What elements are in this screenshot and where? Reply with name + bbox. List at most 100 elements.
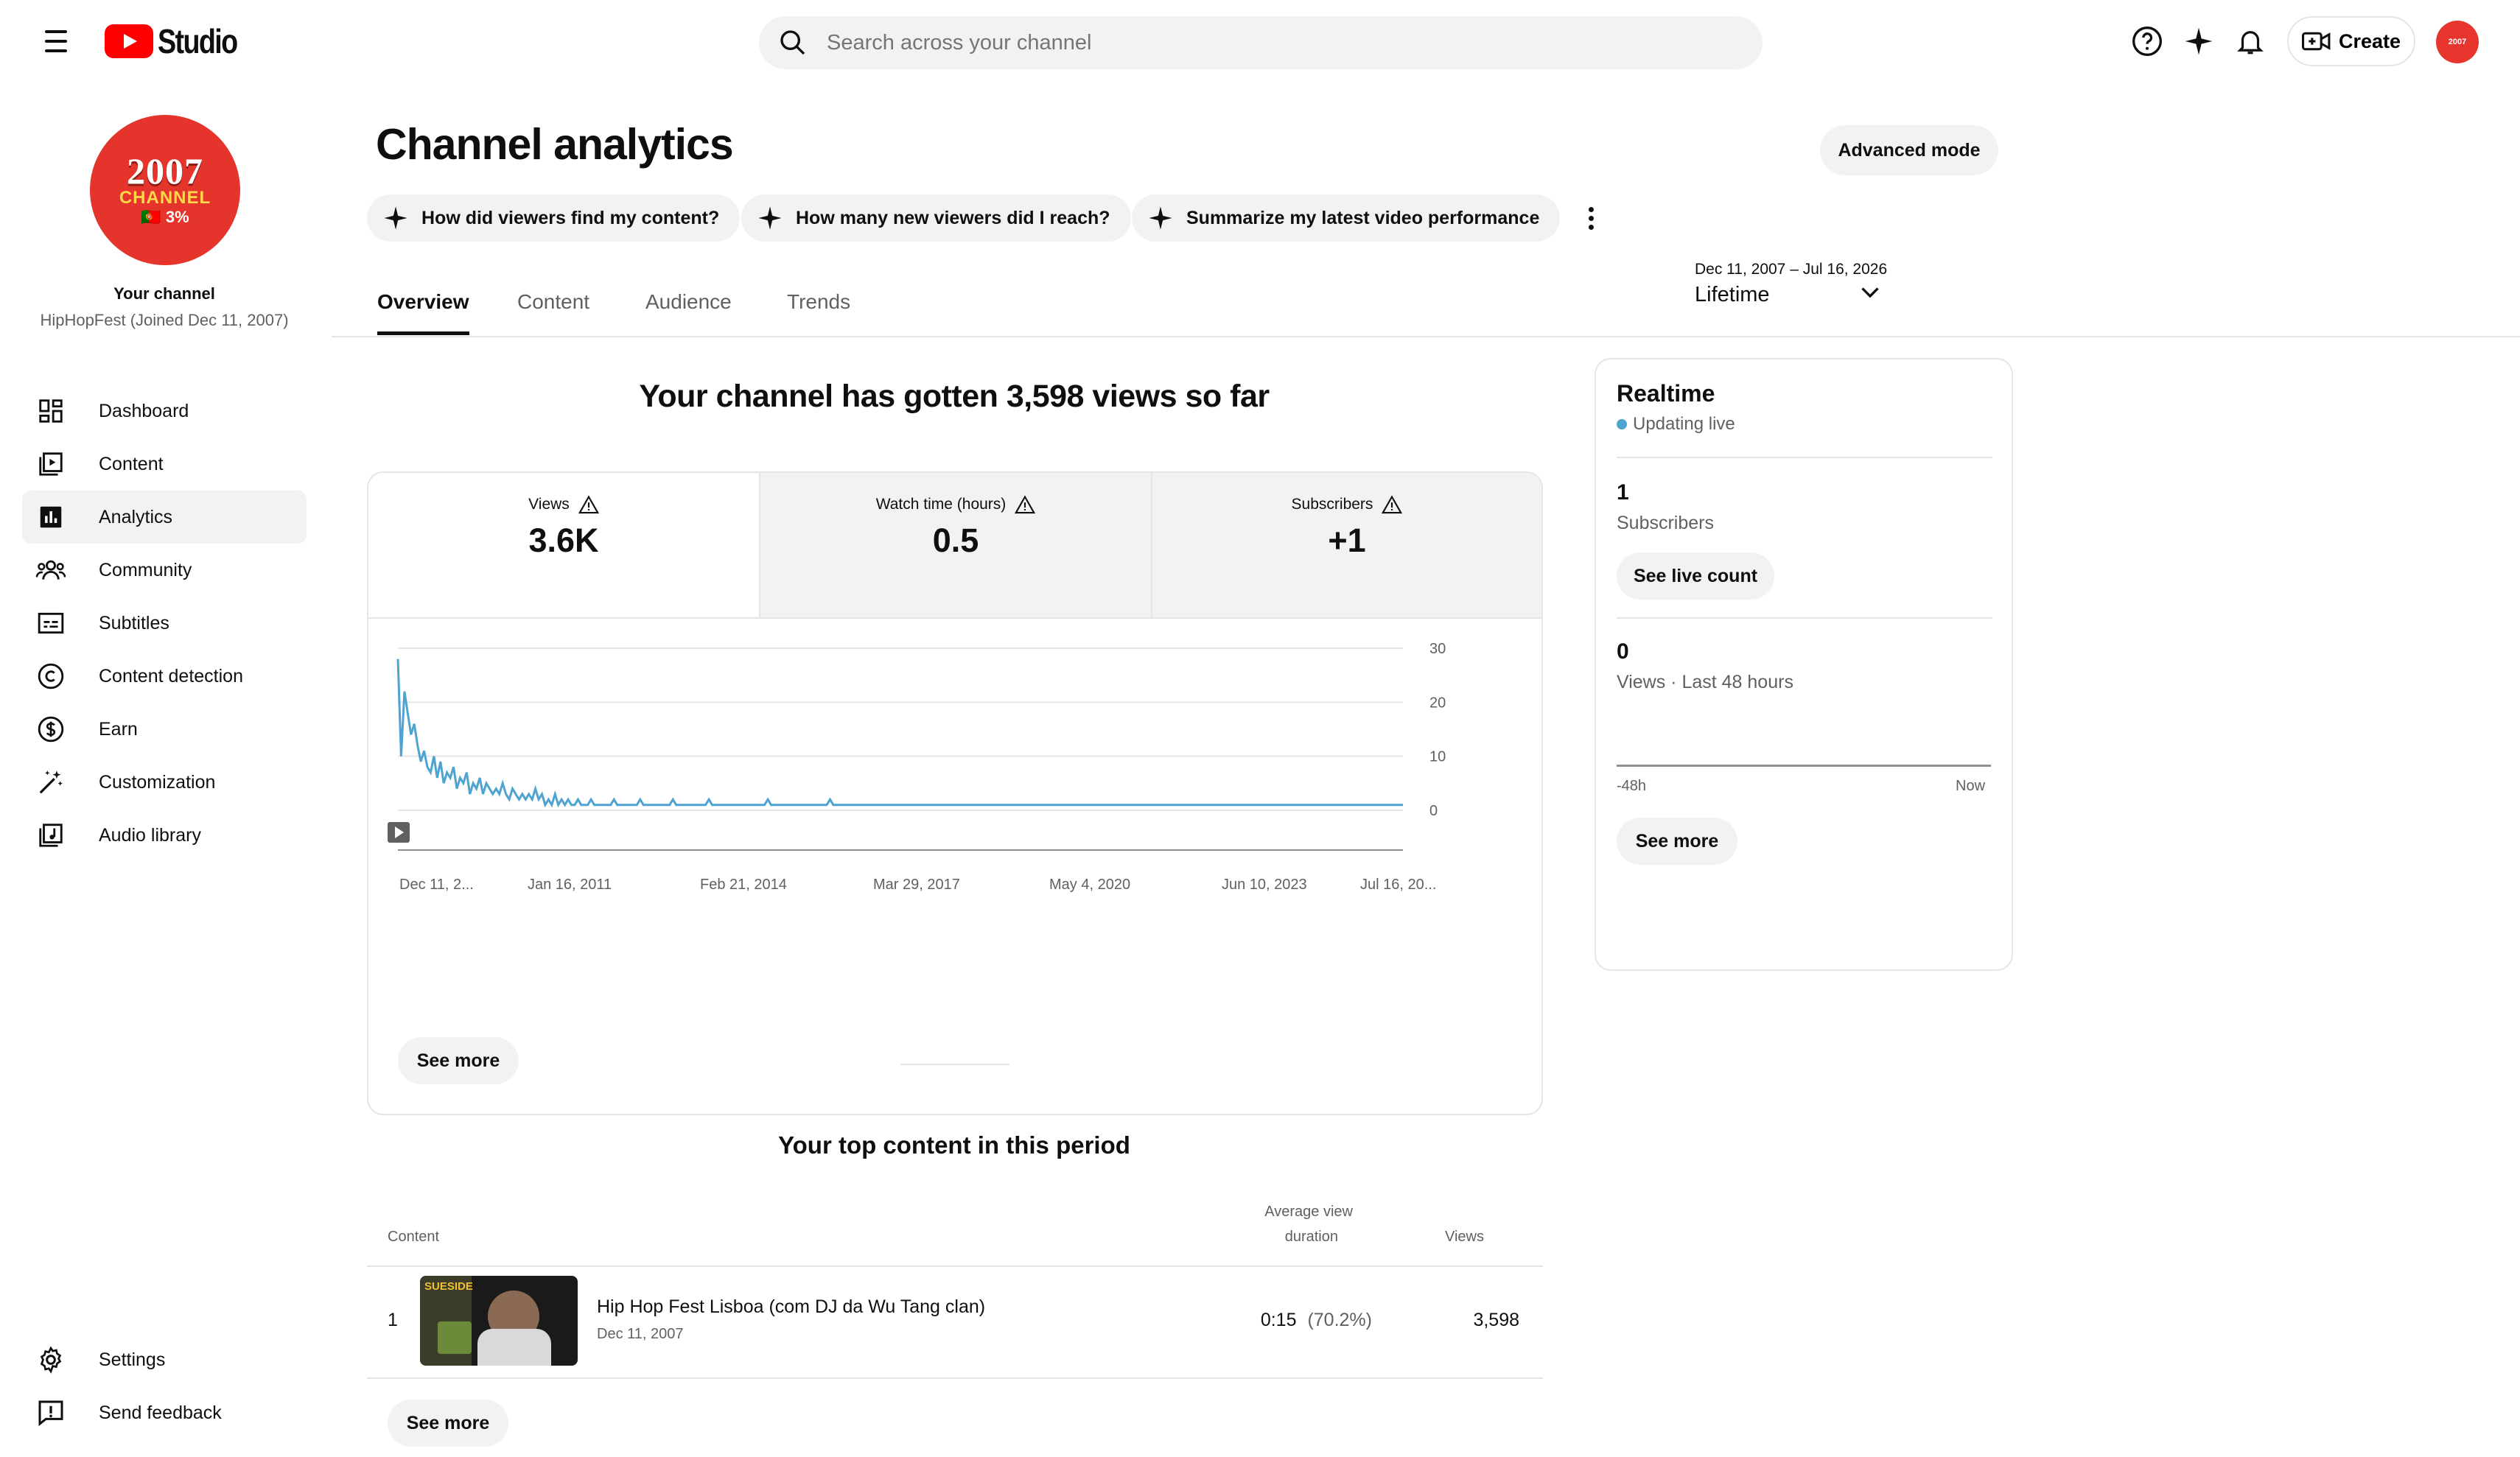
sidebar-item-send-feedback[interactable]: Send feedback	[22, 1386, 307, 1439]
x-tick-label: May 4, 2020	[1049, 877, 1131, 893]
x-tick-label: Feb 21, 2014	[700, 877, 787, 893]
views-headline: Your channel has gotten 3,598 views so f…	[639, 379, 1270, 414]
realtime-axis-end: Now	[1956, 778, 1986, 794]
chip-label: Summarize my latest video performance	[1186, 207, 1540, 228]
analytics-icon	[35, 502, 66, 533]
table-row[interactable]: 1 SUESIDE Hip Hop Fest Lisboa (com DJ da…	[367, 1267, 1543, 1377]
col-header-avd-2: duration	[1284, 1229, 1338, 1245]
see-live-count-button[interactable]: See live count	[1617, 552, 1774, 600]
tab-content[interactable]: Content	[517, 290, 589, 327]
sparkle-icon[interactable]	[2177, 19, 2221, 63]
video-title[interactable]: Hip Hop Fest Lisboa (com DJ da Wu Tang c…	[597, 1296, 985, 1318]
live-status-label: Updating live	[1633, 414, 1735, 434]
ai-question-chip[interactable]: How did viewers find my content?	[367, 194, 741, 242]
x-tick-label: Mar 29, 2017	[873, 877, 960, 893]
realtime-views-label: Views · Last 48 hours	[1617, 672, 1793, 692]
audio-library-icon	[35, 820, 66, 851]
tab-trends[interactable]: Trends	[787, 290, 850, 327]
warning-icon	[1382, 495, 1403, 514]
realtime-divider	[1617, 617, 1992, 619]
sidebar-item-settings[interactable]: Settings	[22, 1333, 307, 1386]
warning-icon	[578, 495, 599, 514]
copyright-icon	[35, 661, 66, 692]
x-tick-label: Dec 11, 2...	[399, 877, 474, 893]
kpi-label: Subscribers	[1291, 496, 1373, 513]
community-icon	[35, 555, 66, 586]
tab-divider	[332, 336, 2520, 337]
realtime-divider	[1617, 457, 1992, 458]
date-range-label: Lifetime	[1695, 283, 1770, 306]
row-views: 3,598	[1473, 1310, 1519, 1330]
realtime-title: Realtime	[1617, 380, 1715, 407]
sidebar-item-analytics[interactable]: Analytics	[22, 491, 307, 544]
studio-logo[interactable]: Studio	[105, 21, 254, 62]
realtime-axis	[1617, 765, 1991, 767]
sidebar-item-subtitles[interactable]: Subtitles	[22, 597, 307, 650]
sidebar-item-content[interactable]: Content	[22, 438, 307, 491]
create-button[interactable]: Create	[2287, 16, 2415, 66]
see-more-button[interactable]: See more	[398, 1037, 519, 1084]
x-tick-label: Jan 16, 2011	[528, 877, 612, 893]
channel-avatar[interactable]: 2007 CHANNEL 🇵🇹 3%	[90, 115, 240, 265]
sidebar-item-community[interactable]: Community	[22, 544, 307, 597]
y-tick-label: 0	[1429, 803, 1438, 819]
dashboard-icon	[35, 396, 66, 426]
thumb-shirt-shape	[477, 1329, 551, 1366]
kpi-value: 0.5	[932, 522, 979, 559]
your-channel-label: Your channel	[113, 284, 215, 303]
realtime-card: Realtime Updating live 1 Subscribers See…	[1595, 358, 2013, 971]
notifications-bell-icon[interactable]	[2228, 19, 2272, 63]
video-thumbnail[interactable]: SUESIDE	[420, 1276, 578, 1366]
menu-icon[interactable]	[35, 21, 77, 62]
live-status: Updating live	[1617, 414, 1735, 435]
col-header-content: Content	[388, 1229, 440, 1245]
sidebar-item-label: Community	[99, 559, 192, 580]
kpi-value: +1	[1328, 522, 1366, 559]
views-series-line[interactable]	[396, 659, 1403, 808]
more-options-icon[interactable]	[1574, 200, 1608, 236]
chip-label: How many new viewers did I reach?	[796, 207, 1110, 228]
sidebar-item-label: Subtitles	[99, 612, 169, 633]
create-label: Create	[2338, 29, 2401, 52]
realtime-views-value: 0	[1617, 639, 1629, 664]
x-tick-label: Jul 16, 20...	[1360, 877, 1437, 893]
help-icon[interactable]	[2125, 19, 2169, 63]
customization-icon	[35, 767, 66, 798]
top-bar: Studio Create 2007	[0, 0, 2520, 82]
advanced-mode-button[interactable]: Advanced mode	[1820, 125, 1998, 175]
sidebar-item-content-detection[interactable]: Content detection	[22, 650, 307, 703]
video-date: Dec 11, 2007	[597, 1326, 684, 1342]
subtitles-icon	[35, 608, 66, 639]
content-icon	[35, 449, 66, 480]
sidebar-item-earn[interactable]: Earn	[22, 703, 307, 756]
ai-question-chip[interactable]: Summarize my latest video performance	[1132, 194, 1561, 242]
search-input[interactable]	[827, 30, 1637, 55]
account-avatar[interactable]: 2007	[2436, 21, 2479, 63]
avatar-text: 2007	[2448, 38, 2467, 46]
search-icon	[780, 30, 805, 55]
col-header-avd: Average view	[1264, 1204, 1353, 1220]
sidebar-item-label: Customization	[99, 771, 216, 793]
kpi-value: 3.6K	[528, 522, 599, 559]
realtime-see-more-button[interactable]: See more	[1617, 818, 1737, 865]
tab-overview[interactable]: Overview	[377, 290, 469, 335]
tab-audience[interactable]: Audience	[645, 290, 732, 327]
search-bar[interactable]	[759, 16, 1763, 69]
sidebar-item-customization[interactable]: Customization	[22, 756, 307, 809]
ai-question-chip[interactable]: How many new viewers did I reach?	[741, 194, 1131, 242]
top-content-see-more-button[interactable]: See more	[388, 1400, 508, 1447]
sidebar-item-audio-library[interactable]: Audio library	[22, 809, 307, 862]
top-content-title: Your top content in this period	[778, 1131, 1130, 1159]
sparkle-icon	[758, 206, 782, 230]
kpi-views[interactable]: Views 3.6K	[368, 473, 760, 617]
sidebar-item-label: Dashboard	[99, 400, 189, 421]
date-range-picker[interactable]: Dec 11, 2007 – Jul 16, 2026 Lifetime	[1695, 261, 1975, 327]
kpi-label: Views	[528, 496, 570, 513]
kpi-subscribers[interactable]: Subscribers +1	[1152, 473, 1541, 617]
chevron-down-icon	[1861, 287, 1879, 298]
earn-icon	[35, 714, 66, 745]
sidebar-item-label: Content	[99, 453, 164, 474]
sidebar-item-dashboard[interactable]: Dashboard	[22, 385, 307, 438]
live-dot-icon	[1617, 419, 1627, 429]
kpi-watch-time[interactable]: Watch time (hours) 0.5	[760, 473, 1152, 617]
